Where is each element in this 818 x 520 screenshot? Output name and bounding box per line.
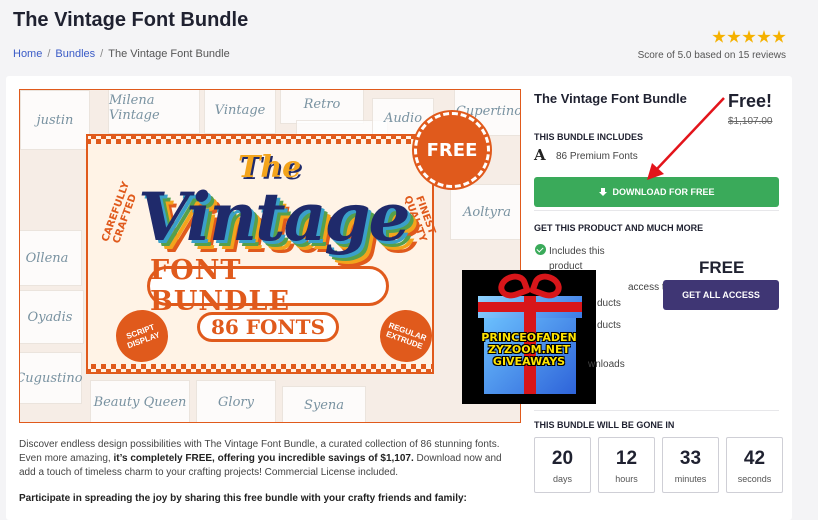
- includes-item: 86 Premium Fonts: [556, 151, 638, 162]
- get-more-heading: GET THIS PRODUCT AND MUCH MORE: [534, 223, 704, 233]
- countdown-value: 12: [615, 448, 638, 469]
- breadcrumb-current: The Vintage Font Bundle: [108, 48, 230, 60]
- breadcrumb-bundles-link[interactable]: Bundles: [55, 48, 95, 60]
- countdown-timer: 20 days 12 hours 33 minutes 42 seconds: [534, 437, 783, 493]
- check-icon: [535, 244, 546, 255]
- thumbnail-font-preview: Aoltyra: [450, 184, 520, 240]
- countdown-unit: days: [552, 474, 572, 484]
- countdown-minutes: 33 minutes: [662, 437, 719, 493]
- perk-item: ducts: [597, 298, 621, 309]
- share-call-to-action: Participate in spreading the joy by shar…: [19, 493, 467, 504]
- perk-item: wnloads: [588, 359, 625, 370]
- thumbnail-font-preview: Retro: [280, 90, 364, 124]
- countdown-days: 20 days: [534, 437, 591, 493]
- thumbnail-font-preview: justin: [20, 90, 90, 150]
- gift-ribbon: [478, 302, 582, 312]
- font-icon: A: [534, 146, 546, 164]
- star-icon: [772, 30, 786, 43]
- thumbnail-font-preview: Vintage: [204, 90, 276, 134]
- perk-item: Includes this product: [549, 246, 605, 272]
- original-price: $1,107.00: [728, 116, 773, 127]
- artwork-fonts-count-banner: 86 FONTS: [197, 312, 339, 342]
- description-highlight: it’s completely FREE, offering you incre…: [113, 453, 414, 464]
- thumbnail-font-preview: Beauty Queen: [90, 380, 190, 422]
- all-access-price: FREE: [699, 258, 745, 277]
- thumbnail-font-preview: Syena: [282, 386, 366, 422]
- get-all-access-button[interactable]: GET ALL ACCESS: [663, 280, 779, 310]
- download-for-free-button[interactable]: DOWNLOAD FOR FREE: [534, 177, 779, 207]
- page-title: The Vintage Font Bundle: [13, 9, 249, 31]
- countdown-unit: hours: [615, 474, 638, 484]
- product-description: Discover endless design possibilities wi…: [19, 438, 519, 480]
- breadcrumb-separator: /: [100, 48, 104, 60]
- countdown-seconds: 42 seconds: [726, 437, 783, 493]
- countdown-heading: THIS BUNDLE WILL BE GONE IN: [534, 420, 675, 430]
- watermark-text-line: GIVEAWAYS: [492, 355, 566, 368]
- star-rating: [712, 30, 786, 44]
- thumbnail-font-preview: Ollena: [20, 230, 82, 286]
- artwork-font-bundle-banner: FONT BUNDLE: [147, 255, 389, 317]
- download-button-label: DOWNLOAD FOR FREE: [612, 187, 715, 197]
- checker-border: [86, 134, 434, 144]
- thumbnail-font-preview: Oyadis: [20, 290, 84, 344]
- artwork-vintage-text: Vintage: [138, 178, 410, 256]
- divider: [534, 210, 779, 211]
- perk-item: ducts: [597, 320, 621, 331]
- countdown-value: 42: [743, 448, 766, 469]
- rating-score-text: Score of 5.0 based on 15 reviews: [637, 50, 786, 61]
- free-badge: FREE: [414, 112, 490, 188]
- thumbnail-font-preview: Cugustino: [20, 352, 83, 404]
- countdown-value: 33: [679, 448, 702, 469]
- bundle-name: The Vintage Font Bundle: [534, 91, 687, 106]
- breadcrumb-separator: /: [47, 48, 51, 60]
- price-label: Free!: [728, 91, 773, 111]
- breadcrumb: Home / Bundles / The Vintage Font Bundle: [13, 48, 230, 60]
- divider: [534, 410, 779, 411]
- breadcrumb-home-link[interactable]: Home: [13, 48, 42, 60]
- countdown-unit: minutes: [674, 474, 707, 484]
- product-image[interactable]: justin Milena Vintage Vintage Retro Fant…: [19, 89, 521, 423]
- star-icon: [712, 30, 726, 43]
- giveaway-watermark: PRINCEOFADEN ZYZOOM.NET GIVEAWAYS: [462, 270, 596, 404]
- countdown-value: 20: [551, 448, 574, 469]
- star-icon: [727, 30, 741, 43]
- thumbnail-font-preview: Milena Vintage: [108, 90, 200, 134]
- countdown-unit: seconds: [737, 474, 772, 484]
- star-icon: [742, 30, 756, 43]
- bundle-includes-heading: THIS BUNDLE INCLUDES: [534, 132, 644, 142]
- checker-border: [86, 364, 434, 374]
- download-icon: [598, 187, 607, 197]
- star-icon: [757, 30, 771, 43]
- thumbnail-font-preview: Glory: [196, 380, 276, 422]
- countdown-hours: 12 hours: [598, 437, 655, 493]
